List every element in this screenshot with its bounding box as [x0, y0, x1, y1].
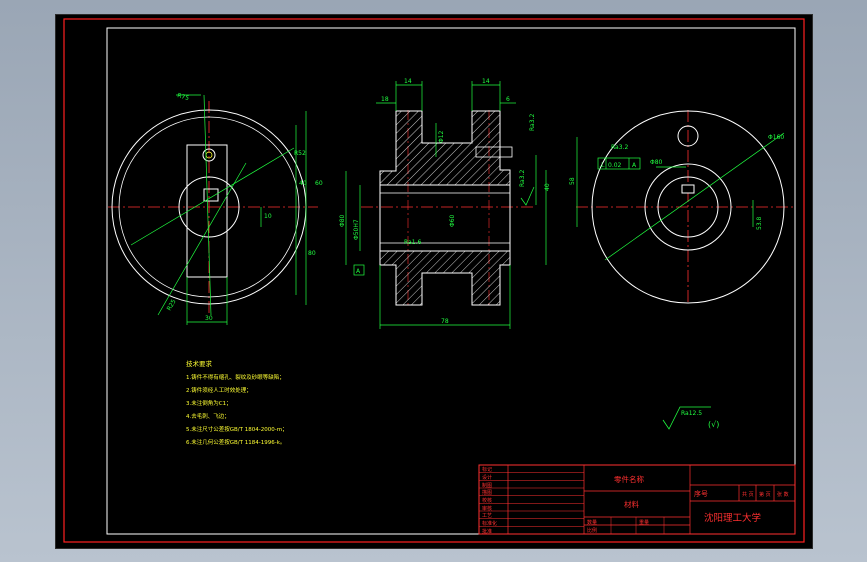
dim-r52: R52 — [294, 150, 306, 157]
note-item-2: 2.铸件须经人工时效处理； — [186, 386, 252, 394]
dim-d12: Φ12 — [438, 130, 445, 143]
tb-university: 沈阳理工大学 — [704, 512, 761, 524]
dim-ra16: Ra1.6 — [404, 239, 421, 246]
dim-53-8: 53.8 — [756, 216, 763, 230]
roughness-value: Ra12.5 — [681, 410, 702, 417]
cad-viewport[interactable]: R75 R52 60 10 40 80 30 R25 14 14 18 6 Φ1… — [55, 14, 813, 549]
tb-row-label-3: 制图 — [482, 482, 492, 489]
dim-10: 10 — [264, 213, 272, 220]
note-item-5: 5.未注尺寸公差按GB/T 1804-2000-m； — [186, 425, 288, 433]
dim-14-left: 14 — [404, 78, 412, 85]
technical-notes: 技术要求 1.铸件不得有缩孔、裂纹及砂眼等缺陷； 2.铸件须经人工时效处理； 3… — [186, 359, 288, 446]
left-view: R75 R52 60 10 40 80 30 R25 — [108, 92, 323, 325]
dim-d60: Φ60 — [449, 214, 456, 227]
dim-r75: R75 — [176, 92, 189, 102]
tb-row-label-6: 审核 — [482, 505, 492, 512]
datum-a: A — [356, 268, 361, 275]
tb-small-3: 张 数 — [777, 491, 789, 498]
tb-row-label-1: 标记 — [482, 466, 492, 473]
tb-bottom-2: 重量 — [639, 519, 649, 526]
tb-row-label-2: 设计 — [482, 474, 492, 481]
dim-ra32-right: Ra3.2 — [519, 170, 526, 187]
outer-frame — [63, 18, 805, 543]
dim-6: 6 — [506, 96, 510, 103]
dim-58: 58 — [569, 177, 576, 185]
dim-ra32-right-view: Ra3.2 — [611, 144, 628, 151]
dim-d80: Φ80 — [339, 214, 346, 227]
note-item-6: 6.未注几何公差按GB/T 1184-1996-k。 — [186, 438, 285, 446]
tb-material: 材料 — [624, 499, 639, 509]
dim-d160: Φ160 — [768, 134, 784, 141]
tol-value: 0.02 — [608, 162, 622, 169]
tb-bottom-1: 数量 — [587, 519, 597, 526]
drawing-canvas: R75 R52 60 10 40 80 30 R25 14 14 18 6 Φ1… — [63, 18, 805, 543]
tb-small-2: 第 页 — [759, 491, 771, 498]
tb-seq: 序号 — [694, 489, 708, 498]
note-item-4: 4.去毛刺、飞边； — [186, 412, 230, 420]
tb-row-label-7: 工艺 — [482, 513, 492, 519]
dim-bottom-30: 30 — [205, 315, 213, 322]
dim-ra32-upper: Ra3.2 — [529, 114, 536, 131]
note-item-3: 3.未注倒角为C1； — [186, 399, 232, 407]
tol-ref: A — [632, 162, 637, 169]
dim-d80-right: Φ80 — [650, 159, 663, 166]
dim-40: 40 — [544, 183, 551, 191]
tb-row-label-8: 标准化 — [482, 520, 497, 527]
dim-18: 18 — [381, 96, 389, 103]
tb-row-label-5: 校核 — [482, 497, 492, 504]
title-block: 标记 设计 制图 描图 校核 审核 工艺 标准化 批准 零件名称 材料 序号 共… — [478, 464, 796, 535]
section-view: 14 14 18 6 Φ12 Ra3.2 Ra1.6 Φ50H7 Φ80 Φ60… — [339, 78, 551, 329]
tol-symbol: ⊥ — [599, 161, 605, 169]
dim-h2: 80 — [308, 250, 316, 257]
general-roughness: Ra12.5 (√) — [662, 406, 719, 430]
dim-14-right: 14 — [482, 78, 490, 85]
tb-small-1: 共 页 — [742, 491, 754, 498]
dim-78: 78 — [441, 318, 449, 325]
dim-d50h7: Φ50H7 — [353, 219, 360, 240]
notes-title: 技术要求 — [186, 359, 213, 368]
note-item-1: 1.铸件不得有缩孔、裂纹及砂眼等缺陷； — [186, 373, 285, 381]
dim-small-60: 60 — [315, 180, 323, 187]
right-view: Ra3.2 ⊥ 0.02 A Φ160 Φ80 58 53.8 — [569, 110, 796, 305]
roughness-suffix: (√) — [708, 420, 719, 429]
dim-h1: 40 — [299, 180, 307, 187]
tb-row-label-9: 批准 — [482, 528, 492, 535]
tb-bottom-3: 比例 — [587, 527, 597, 534]
tb-row-label-4: 描图 — [482, 489, 492, 496]
dim-r25: R25 — [166, 298, 178, 312]
tb-part-name: 零件名称 — [614, 474, 644, 484]
